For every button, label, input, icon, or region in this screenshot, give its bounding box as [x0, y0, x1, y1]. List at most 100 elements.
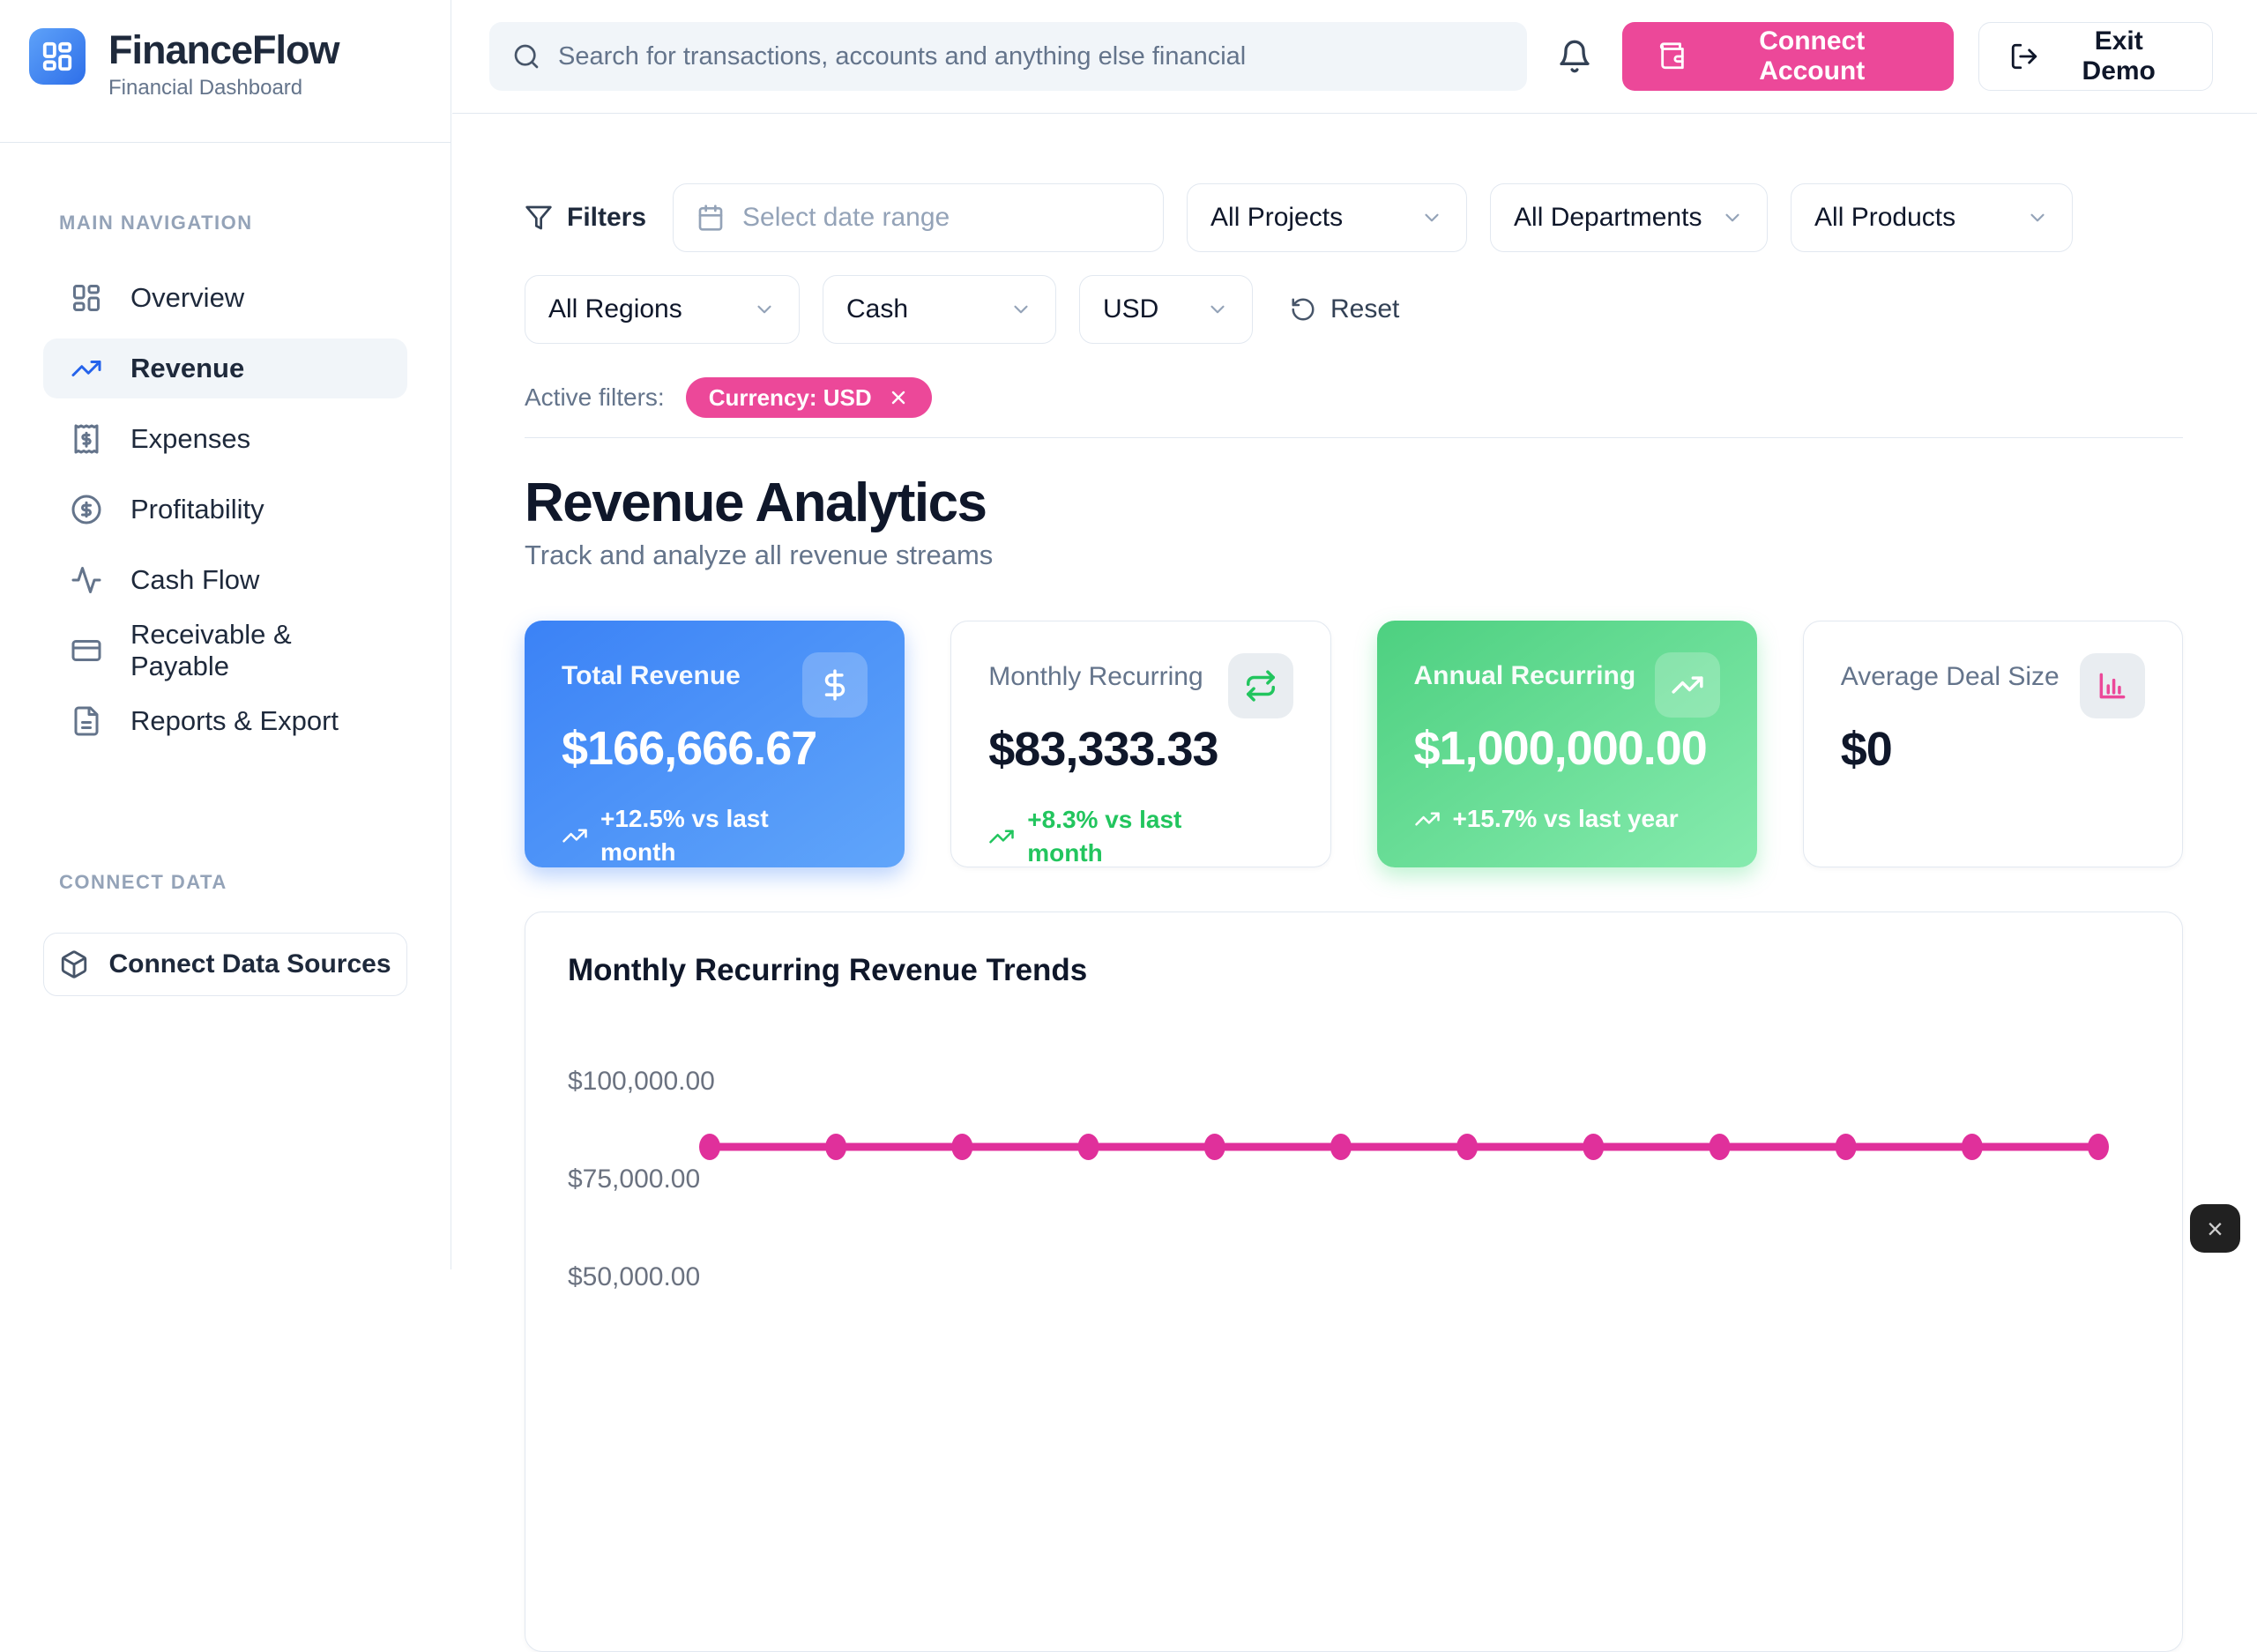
mrr-line-chart: $100,000.00 $75,000.00 $50,000.00	[568, 1045, 2140, 1424]
kpi-title: Total Revenue	[562, 656, 741, 691]
page-title: Revenue Analytics	[525, 472, 2183, 534]
sidebar-item-label: Profitability	[130, 494, 264, 525]
kpi-grid: Total Revenue $166,666.67 +12.5% vs last…	[525, 621, 2183, 867]
connect-data-sources-label: Connect Data Sources	[108, 949, 391, 979]
cash-basis-select[interactable]: Cash	[823, 275, 1056, 344]
notifications-button[interactable]	[1552, 33, 1598, 79]
page-subtitle: Track and analyze all revenue streams	[525, 540, 2183, 571]
chevron-down-icon	[753, 298, 776, 321]
sidebar-item-cash-flow[interactable]: Cash Flow	[43, 550, 407, 610]
circle-dollar-icon	[71, 494, 102, 525]
sidebar-item-label: Cash Flow	[130, 564, 259, 596]
sidebar-item-receivable-payable[interactable]: Receivable & Payable	[43, 621, 407, 681]
activity-icon	[71, 564, 102, 596]
trending-up-icon	[1655, 652, 1720, 718]
search-icon	[512, 42, 540, 71]
sidebar-item-label: Expenses	[130, 423, 250, 455]
sidebar-item-label: Receivable & Payable	[130, 619, 380, 682]
kpi-card-total-revenue: Total Revenue $166,666.67 +12.5% vs last…	[525, 621, 905, 867]
layout-dashboard-icon	[41, 40, 74, 73]
wallet-icon	[1657, 41, 1687, 71]
line-series	[698, 1045, 2140, 1415]
exit-demo-button[interactable]: Exit Demo	[1978, 22, 2213, 91]
kpi-value: $166,666.67	[562, 721, 868, 776]
rotate-ccw-icon	[1290, 296, 1316, 323]
search-input[interactable]	[558, 42, 1504, 71]
reset-filters-button[interactable]: Reset	[1290, 294, 1399, 324]
date-range-input[interactable]: Select date range	[673, 183, 1164, 252]
sidebar-item-revenue[interactable]: Revenue	[43, 339, 407, 398]
bar-chart-icon	[2080, 653, 2145, 718]
date-range-placeholder: Select date range	[742, 203, 950, 233]
kpi-title: Average Deal Size	[1841, 657, 2060, 692]
credit-card-icon	[71, 635, 102, 666]
trending-up-icon	[988, 823, 1015, 850]
file-text-icon	[71, 705, 102, 737]
search-bar[interactable]	[489, 22, 1527, 91]
chevron-down-icon	[2026, 206, 2049, 229]
main-content: Filters Select date range All Projects A…	[452, 114, 2257, 1269]
sidebar-item-label: Reports & Export	[130, 705, 339, 737]
connect-data-label: CONNECT DATA	[59, 871, 227, 894]
trending-up-icon	[1414, 806, 1441, 832]
kpi-title: Monthly Recurring	[988, 657, 1203, 692]
sidebar-item-label: Revenue	[130, 353, 244, 384]
connect-data-sources-button[interactable]: Connect Data Sources	[43, 933, 407, 996]
kpi-card-monthly-recurring: Monthly Recurring $83,333.33 +8.3% vs la…	[950, 621, 1330, 867]
app-name: FinanceFlow	[108, 28, 339, 72]
sidebar-item-label: Overview	[130, 282, 244, 314]
chart-title: Monthly Recurring Revenue Trends	[568, 953, 2140, 988]
kpi-value: $83,333.33	[988, 722, 1292, 777]
connect-account-label: Connect Account	[1705, 26, 1918, 86]
sidebar-item-reports-export[interactable]: Reports & Export	[43, 691, 407, 751]
top-bar: Connect Account Exit Demo	[452, 0, 2257, 114]
active-filters-label: Active filters:	[525, 383, 665, 412]
sidebar-item-overview[interactable]: Overview	[43, 268, 407, 328]
receipt-icon	[71, 423, 102, 455]
cube-icon	[59, 949, 89, 979]
section-divider	[525, 437, 2183, 438]
mrr-trends-chart-card: Monthly Recurring Revenue Trends $100,00…	[525, 912, 2183, 1652]
kpi-delta: +12.5% vs last month	[562, 802, 868, 869]
floating-close-button[interactable]: ×	[2190, 1204, 2240, 1253]
repeat-icon	[1228, 653, 1293, 718]
trending-up-icon	[562, 822, 588, 849]
kpi-value: $0	[1841, 722, 2145, 777]
kpi-title: Annual Recurring	[1414, 656, 1636, 691]
chevron-down-icon	[1721, 206, 1744, 229]
filters-row-2: All Regions Cash USD Reset	[525, 275, 2183, 344]
main-navigation: Overview Revenue Expenses Profitability …	[43, 268, 407, 751]
connect-account-button[interactable]: Connect Account	[1622, 22, 1954, 91]
exit-demo-label: Exit Demo	[2055, 26, 2182, 86]
log-out-icon	[2009, 41, 2039, 71]
departments-select[interactable]: All Departments	[1490, 183, 1768, 252]
kpi-delta: +8.3% vs last month	[988, 803, 1292, 870]
logo-block: FinanceFlow Financial Dashboard	[0, 0, 451, 143]
active-filters-row: Active filters: Currency: USD	[525, 377, 2183, 418]
filter-funnel-icon	[525, 204, 553, 232]
trending-up-icon	[71, 353, 102, 384]
kpi-delta: +15.7% vs last year	[1414, 802, 1720, 836]
kpi-value: $1,000,000.00	[1414, 721, 1720, 776]
projects-select[interactable]: All Projects	[1187, 183, 1467, 252]
close-icon[interactable]	[888, 387, 909, 408]
currency-select[interactable]: USD	[1079, 275, 1253, 344]
chevron-down-icon	[1420, 206, 1443, 229]
active-filter-badge-currency[interactable]: Currency: USD	[686, 377, 932, 418]
kpi-card-annual-recurring: Annual Recurring $1,000,000.00 +15.7% vs…	[1377, 621, 1757, 867]
chevron-down-icon	[1206, 298, 1229, 321]
sidebar-item-expenses[interactable]: Expenses	[43, 409, 407, 469]
app-logo	[29, 28, 86, 85]
filters-row-1: Filters Select date range All Projects A…	[525, 183, 2183, 252]
products-select[interactable]: All Products	[1791, 183, 2073, 252]
calendar-icon	[696, 204, 725, 232]
dollar-sign-icon	[802, 652, 868, 718]
chevron-down-icon	[1009, 298, 1032, 321]
y-axis-tick: $50,000.00	[568, 1264, 696, 1291]
y-axis-tick: $75,000.00	[568, 1166, 696, 1193]
sidebar-item-profitability[interactable]: Profitability	[43, 480, 407, 540]
regions-select[interactable]: All Regions	[525, 275, 800, 344]
y-axis-tick: $100,000.00	[568, 1068, 696, 1095]
main-navigation-label: MAIN NAVIGATION	[59, 212, 451, 234]
sidebar: FinanceFlow Financial Dashboard MAIN NAV…	[0, 0, 451, 1269]
